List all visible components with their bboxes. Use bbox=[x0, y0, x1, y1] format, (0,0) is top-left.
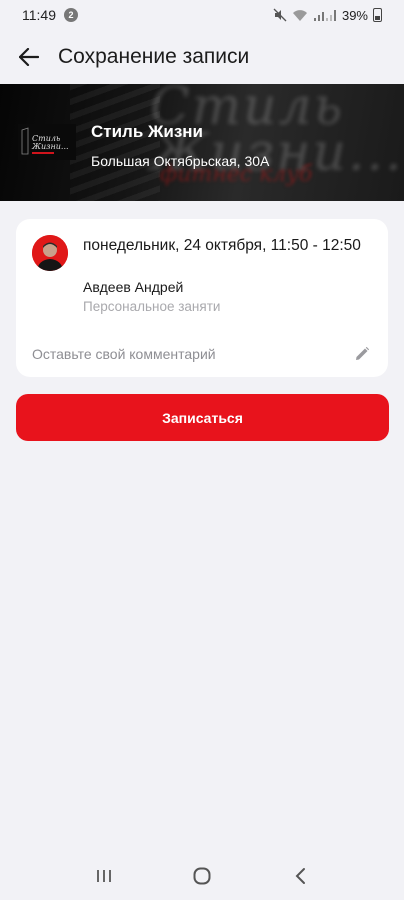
trainer-avatar bbox=[32, 235, 68, 271]
club-name: Стиль Жизни bbox=[91, 122, 204, 141]
battery-icon bbox=[373, 8, 382, 22]
back-icon bbox=[295, 868, 305, 884]
mute-icon bbox=[273, 8, 287, 22]
wifi-icon bbox=[292, 9, 307, 21]
comment-input[interactable] bbox=[32, 346, 352, 362]
club-banner[interactable]: Стиль Жизни... фитнес клуб Стиль Жизни..… bbox=[0, 84, 404, 201]
home-button[interactable] bbox=[182, 856, 222, 896]
back-button[interactable] bbox=[16, 44, 42, 70]
notification-count-badge: 2 bbox=[64, 8, 78, 22]
battery-percent: 39% bbox=[341, 7, 368, 23]
svg-text:Жизни...: Жизни... bbox=[31, 142, 69, 151]
system-nav-bar bbox=[0, 852, 404, 900]
session-type: Персональное заняти bbox=[83, 299, 221, 314]
comment-row bbox=[32, 343, 372, 365]
status-time: 11:49 bbox=[22, 7, 56, 23]
book-button[interactable]: Записаться bbox=[16, 394, 389, 441]
club-logo: Стиль Жизни... bbox=[18, 124, 76, 160]
recent-apps-icon bbox=[97, 870, 111, 882]
edit-pencil-icon[interactable] bbox=[352, 344, 372, 364]
screen: 11:49 2 39% Сохранение записи Стиль Жизн… bbox=[0, 0, 404, 900]
booking-card: понедельник, 24 октября, 11:50 - 12:50 А… bbox=[16, 219, 388, 377]
arrow-left-icon bbox=[19, 48, 39, 66]
trainer-name: Авдеев Андрей bbox=[83, 279, 184, 295]
club-address: Большая Октябрьская, 30А bbox=[91, 153, 270, 169]
session-datetime: понедельник, 24 октября, 11:50 - 12:50 bbox=[83, 237, 361, 254]
recent-apps-button[interactable] bbox=[84, 856, 124, 896]
status-bar: 11:49 2 39% bbox=[0, 0, 404, 30]
trainer-photo bbox=[32, 235, 68, 271]
system-back-button[interactable] bbox=[280, 856, 320, 896]
app-bar: Сохранение записи bbox=[0, 30, 404, 84]
home-icon bbox=[193, 867, 211, 885]
signal-icon bbox=[313, 9, 336, 21]
page-title: Сохранение записи bbox=[58, 45, 250, 68]
